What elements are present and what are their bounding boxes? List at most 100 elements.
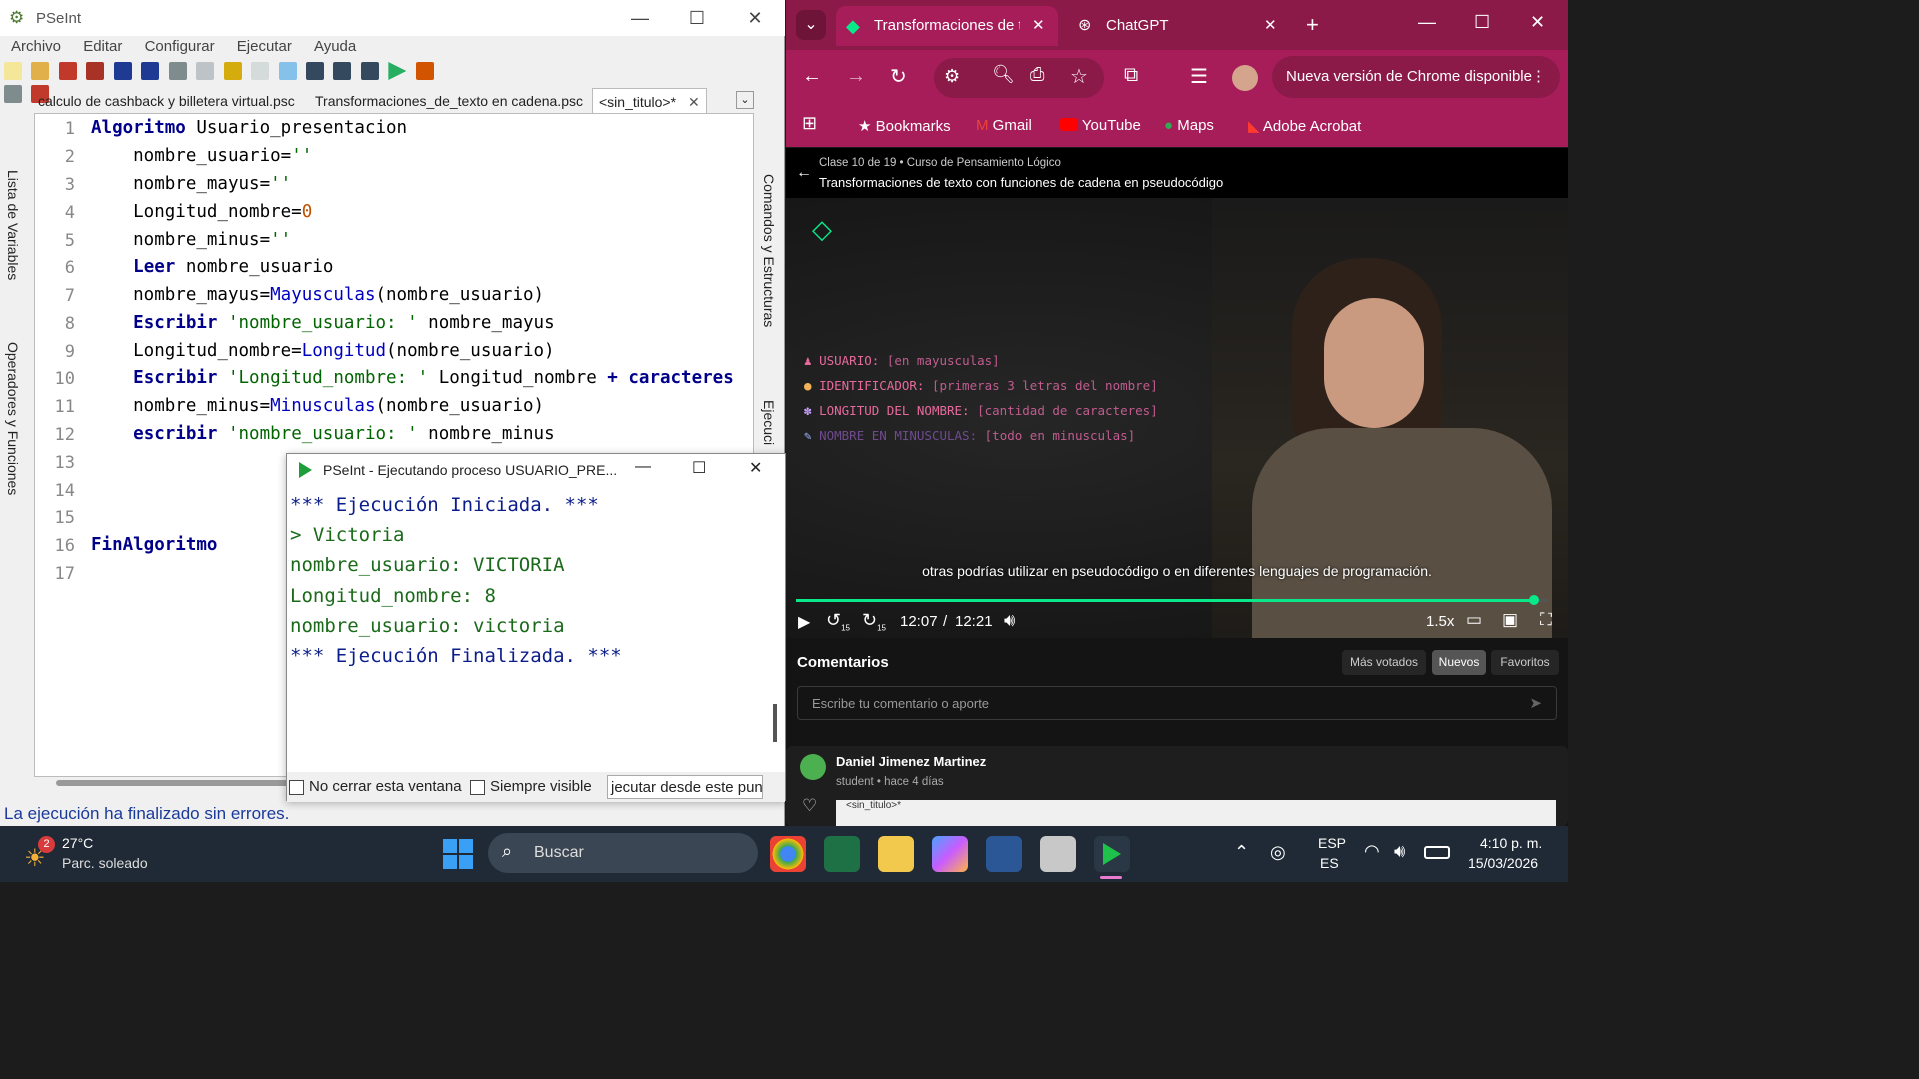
chevron-down-icon[interactable]: ⌄ <box>736 91 754 109</box>
bookmark-bookmarks[interactable]: ★ Bookmarks <box>858 117 951 135</box>
minimize-button[interactable]: — <box>620 6 660 30</box>
comment-author[interactable]: Daniel Jimenez Martinez <box>836 754 986 769</box>
undo-icon[interactable] <box>113 62 132 80</box>
back-icon[interactable]: ← <box>802 65 822 88</box>
siempre-visible-checkbox[interactable]: Siempre visible <box>470 778 592 795</box>
minimize-button[interactable]: — <box>1418 12 1436 33</box>
video-player[interactable]: ← Clase 10 de 19 • Curso de Pensamiento … <box>786 148 1568 638</box>
word-taskbar-icon[interactable] <box>986 836 1022 872</box>
play-icon[interactable]: ▶ <box>798 612 810 632</box>
copilot-icon[interactable] <box>932 836 968 872</box>
apps-grid-icon[interactable]: ⊞ <box>802 113 817 134</box>
windows-start-icon[interactable] <box>443 839 473 869</box>
maximize-button[interactable]: ☐ <box>677 6 717 30</box>
fullscreen-icon[interactable]: ⛶ <box>1540 610 1552 630</box>
volume-icon[interactable]: 🔊︎ <box>1004 610 1015 631</box>
close-tab-icon[interactable]: ✕ <box>688 94 700 110</box>
tab-cashback[interactable]: calculo de cashback y billetera virtual.… <box>32 88 301 113</box>
chevron-up-icon[interactable]: ⌃ <box>1234 842 1249 863</box>
file-explorer-icon[interactable] <box>878 836 914 872</box>
comment-input[interactable]: Escribe tu comentario o aporte ➤ <box>797 686 1557 720</box>
bookmark-star-icon[interactable]: ☆ <box>1070 64 1088 89</box>
pseint-taskbar-icon[interactable] <box>1040 836 1076 872</box>
tab-sin-titulo[interactable]: <sin_titulo>* ✕ <box>592 88 707 113</box>
save-as-icon[interactable] <box>86 62 105 80</box>
language-secondary[interactable]: ES <box>1320 855 1339 871</box>
progress-track[interactable] <box>796 595 1548 605</box>
search-box[interactable]: ⌕ Buscar <box>488 833 758 873</box>
menu-configurar[interactable]: Configurar <box>145 38 215 55</box>
rewind-icon[interactable]: ↺15 <box>826 610 850 633</box>
redo-icon[interactable] <box>141 62 160 80</box>
new-file-icon[interactable] <box>4 62 22 80</box>
menu-ayuda[interactable]: Ayuda <box>314 38 356 55</box>
security-icon[interactable]: ◎ <box>1270 842 1286 863</box>
pip-icon[interactable]: ▣ <box>1502 610 1518 630</box>
playback-speed[interactable]: 1.5x <box>1426 613 1454 630</box>
bookmark-youtube[interactable]: YouTube <box>1060 117 1141 134</box>
variables-list-tab[interactable]: Lista de Variables <box>5 170 21 280</box>
site-info-icon[interactable]: ⚙ <box>944 66 960 87</box>
tab-chatgpt[interactable]: ⊛ ChatGPT ✕ <box>1068 6 1294 46</box>
clock-date[interactable]: 15/03/2026 <box>1468 855 1538 871</box>
maximize-button[interactable]: ☐ <box>1474 12 1490 33</box>
commands-tab[interactable]: Comandos y Estructuras <box>761 174 777 327</box>
execution-tab[interactable]: Ejecuci <box>761 400 777 445</box>
close-button[interactable]: ✕ <box>1530 12 1545 33</box>
chrome-taskbar-icon[interactable] <box>770 836 806 872</box>
forward-icon[interactable]: → <box>846 65 866 88</box>
heart-icon[interactable]: ♡ <box>802 796 817 816</box>
reload-icon[interactable]: ↻ <box>890 64 907 89</box>
close-button[interactable]: ✕ <box>735 6 775 30</box>
bookmark-maps[interactable]: ● Maps <box>1164 117 1214 134</box>
more-menu-icon[interactable]: ⋮ <box>1531 56 1546 98</box>
install-app-icon[interactable]: ⎙ <box>1030 64 1044 85</box>
find-icon[interactable] <box>251 62 270 80</box>
replace-icon[interactable] <box>278 62 297 80</box>
forward-skip-icon[interactable]: ↻15 <box>862 610 886 633</box>
update-chrome-button[interactable]: Nueva versión de Chrome disponible ⋮ <box>1272 56 1560 98</box>
comment-attachment[interactable]: <sin_titulo>* <box>836 800 1556 826</box>
run-icon[interactable] <box>388 62 407 80</box>
tab-transformaciones[interactable]: Transformaciones_de_texto en cadena.psc <box>309 88 589 113</box>
filter-nuevos[interactable]: Nuevos <box>1432 650 1486 675</box>
progress-handle[interactable] <box>1528 595 1539 605</box>
diagram-icon[interactable] <box>360 62 379 80</box>
vertical-scrollbar[interactable] <box>773 704 777 742</box>
format-icon[interactable] <box>333 62 352 80</box>
no-cerrar-checkbox[interactable]: No cerrar esta ventana <box>289 778 462 795</box>
filter-favoritos[interactable]: Favoritos <box>1491 650 1559 675</box>
indent-icon[interactable] <box>305 62 324 80</box>
copy-icon[interactable] <box>196 62 215 80</box>
extensions-icon[interactable]: ⧉ <box>1124 64 1138 87</box>
captions-icon[interactable]: ▭ <box>1466 610 1482 630</box>
reading-list-icon[interactable]: ☰ <box>1190 64 1208 89</box>
back-arrow-icon[interactable]: ← <box>796 164 812 182</box>
excel-taskbar-icon[interactable] <box>824 836 860 872</box>
execution-output[interactable]: *** Ejecución Iniciada. *** > Victoria n… <box>290 490 760 760</box>
menu-ejecutar[interactable]: Ejecutar <box>237 38 292 55</box>
language-primary[interactable]: ESP <box>1318 835 1346 851</box>
bookmark-adobe-acrobat[interactable]: ◣ Adobe Acrobat <box>1248 117 1361 135</box>
ejecutar-desde-button[interactable]: jecutar desde este punt <box>607 775 763 799</box>
open-file-icon[interactable] <box>31 62 50 80</box>
close-tab-icon[interactable]: ✕ <box>1032 6 1045 46</box>
minimize-button[interactable]: — <box>635 458 651 476</box>
new-tab-icon[interactable]: + <box>1306 12 1319 38</box>
step-icon[interactable] <box>415 62 434 80</box>
horizontal-scrollbar[interactable] <box>56 780 296 786</box>
cut-icon[interactable] <box>168 62 187 80</box>
menu-editar[interactable]: Editar <box>83 38 122 55</box>
operators-tab[interactable]: Operadores y Funciones <box>5 342 21 495</box>
close-button[interactable]: ✕ <box>749 458 762 478</box>
tab-search-chevron-icon[interactable]: ⌄ <box>796 10 826 40</box>
volume-icon[interactable]: 🔊︎ <box>1394 841 1405 862</box>
save-icon[interactable] <box>58 62 77 80</box>
close-tab-icon[interactable]: ✕ <box>1264 6 1277 46</box>
avatar[interactable] <box>1232 65 1258 91</box>
tab-transformaciones[interactable]: ◆ Transformaciones de t ✕ <box>836 6 1058 46</box>
pseint-titlebar[interactable]: ⚙ PSeInt — ☐ ✕ <box>0 0 785 36</box>
battery-icon[interactable] <box>1424 846 1450 859</box>
wifi-icon[interactable]: ◠ <box>1364 841 1380 862</box>
execution-titlebar[interactable]: PSeInt - Ejecutando proceso USUARIO_PRE.… <box>287 454 785 486</box>
